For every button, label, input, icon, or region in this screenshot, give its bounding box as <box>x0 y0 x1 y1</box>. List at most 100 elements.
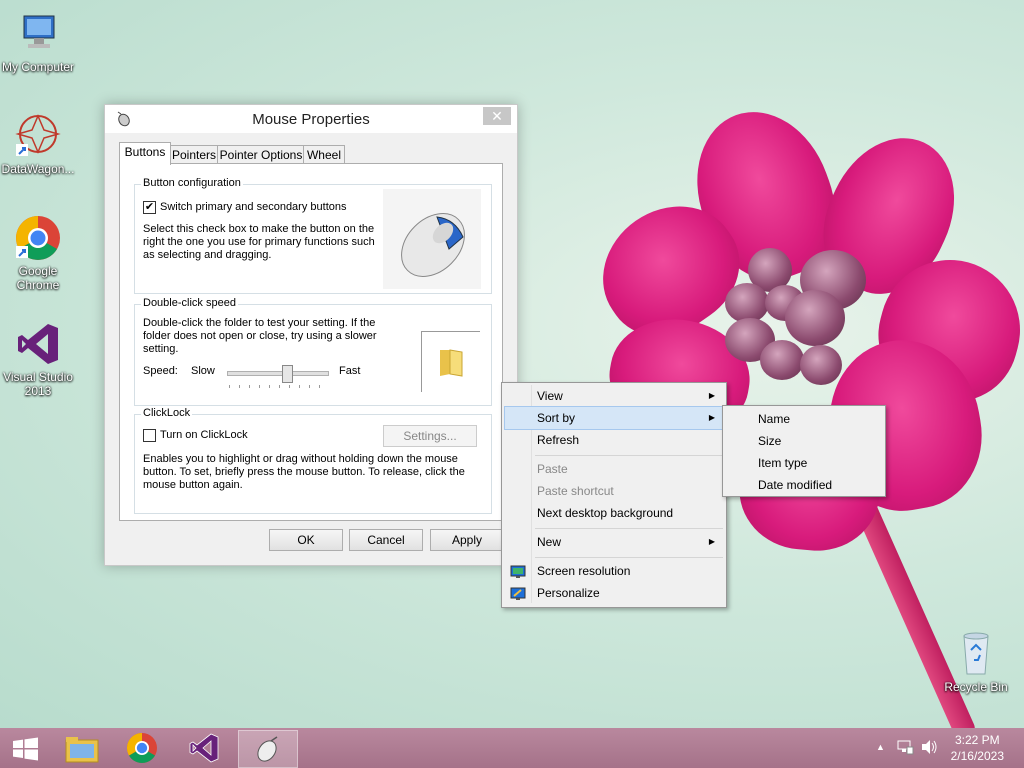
desktop-icon-label: Google Chrome <box>16 264 60 292</box>
menu-item-screen-resolution[interactable]: Screen resolution <box>505 560 723 582</box>
desktop-icon-label: My Computer <box>1 60 75 74</box>
slider-ticks <box>229 385 327 388</box>
taskbar-file-explorer[interactable] <box>60 730 104 766</box>
volume-icon[interactable] <box>920 739 938 758</box>
tab-pointer-options[interactable]: Pointer Options <box>217 145 305 164</box>
submenu-item-item-type[interactable]: Item type <box>726 452 882 474</box>
fast-label: Fast <box>339 365 361 377</box>
menu-item-label: Name <box>758 412 791 426</box>
windows-logo-icon <box>12 737 40 764</box>
menu-item-label: Paste shortcut <box>537 484 614 498</box>
menu-item-view[interactable]: View ▶ <box>505 385 723 407</box>
menu-item-label: Next desktop background <box>537 506 674 520</box>
tab-panel-buttons: Button configuration ✔ Switch primary an… <box>119 163 503 521</box>
test-folder-area[interactable] <box>421 331 480 392</box>
speed-label: Speed: <box>143 365 178 377</box>
submenu-item-date-modified[interactable]: Date modified <box>726 474 882 496</box>
group-label: ClickLock <box>141 407 193 419</box>
menu-item-label: Item type <box>758 456 808 470</box>
desktop-icon-recycle-bin[interactable]: Recycle Bin <box>938 630 1014 694</box>
menu-item-label: Screen resolution <box>537 564 631 578</box>
desktop-icon-label: Recycle Bin <box>944 680 1008 694</box>
group-label: Double-click speed <box>141 297 238 309</box>
menu-separator <box>535 557 723 558</box>
datawagon-icon <box>14 112 62 160</box>
folder-icon <box>436 346 466 381</box>
double-click-speed-group: Double-click speed Double-click the fold… <box>134 297 492 406</box>
submenu-item-size[interactable]: Size <box>726 430 882 452</box>
cancel-button[interactable]: Cancel <box>349 529 423 551</box>
menu-item-paste[interactable]: Paste <box>505 458 723 480</box>
clicklock-group: ClickLock Turn on ClickLock Settings... … <box>134 407 492 514</box>
window-title: Mouse Properties <box>252 111 370 128</box>
switch-buttons-label: Switch primary and secondary buttons <box>160 201 347 213</box>
clicklock-label: Turn on ClickLock <box>160 429 248 441</box>
apply-button[interactable]: Apply <box>430 529 504 551</box>
taskbar-visual-studio[interactable] <box>182 730 226 766</box>
menu-item-label: Refresh <box>537 433 580 447</box>
menu-item-refresh[interactable]: Refresh <box>505 429 723 451</box>
show-hidden-icons-chevron-up-icon[interactable]: ▲ <box>876 742 885 752</box>
desktop-icon-datawagon[interactable]: DataWagon... <box>0 112 76 176</box>
tab-buttons[interactable]: Buttons <box>119 142 171 165</box>
start-button[interactable] <box>4 730 48 766</box>
chevron-right-icon: ▶ <box>708 413 715 422</box>
menu-item-new[interactable]: New ▶ <box>505 531 723 553</box>
menu-item-label: Sort by <box>537 411 576 425</box>
speed-slider-track[interactable] <box>227 371 329 376</box>
chevron-right-icon: ▶ <box>708 537 715 546</box>
menu-item-label: Date modified <box>758 478 833 492</box>
button-configuration-group: Button configuration ✔ Switch primary an… <box>134 177 492 294</box>
desktop-icon-my-computer[interactable]: My Computer <box>0 10 76 74</box>
menu-item-next-desktop-background[interactable]: Next desktop background <box>505 502 723 524</box>
group-label: Button configuration <box>141 177 243 189</box>
taskbar: ▲ 3:22 PM 2/16/2023 <box>0 728 1024 768</box>
chevron-right-icon: ▶ <box>708 391 715 400</box>
menu-item-personalize[interactable]: Personalize <box>505 582 723 604</box>
taskbar-chrome[interactable] <box>120 730 164 766</box>
submenu-item-name[interactable]: Name <box>726 408 882 430</box>
menu-item-label: Personalize <box>537 586 600 600</box>
personalize-icon <box>510 586 526 608</box>
close-button[interactable]: ✕ <box>483 107 511 125</box>
clicklock-settings-button[interactable]: Settings... <box>383 425 477 447</box>
sort-by-submenu: Name Size Item type Date modified <box>722 405 886 497</box>
menu-item-label: New <box>537 535 562 549</box>
desktop[interactable]: My Computer DataWagon... Google Chrome V… <box>0 0 1024 728</box>
clicklock-description: Enables you to highlight or drag without… <box>143 453 465 491</box>
clock-date: 2/16/2023 <box>950 749 1004 763</box>
tab-pointers[interactable]: Pointers <box>169 145 219 164</box>
folder-icon <box>65 734 99 767</box>
checkmark-icon: ✔ <box>144 201 155 213</box>
title-bar[interactable]: Mouse Properties ✕ <box>105 105 517 133</box>
menu-item-paste-shortcut[interactable]: Paste shortcut <box>505 480 723 502</box>
speed-slider-thumb[interactable] <box>282 365 293 383</box>
menu-separator <box>535 455 723 456</box>
desktop-icon-visual-studio[interactable]: Visual Studio 2013 <box>0 320 76 398</box>
mouse-image <box>383 189 481 289</box>
menu-item-label: Paste <box>537 462 568 476</box>
menu-item-label: Size <box>758 434 782 448</box>
desktop-context-menu: View ▶ Sort by ▶ Refresh Paste Paste short… <box>501 382 727 608</box>
chrome-icon <box>14 214 62 262</box>
double-click-description: Double-click the folder to test your set… <box>143 317 377 355</box>
chrome-icon <box>126 732 158 767</box>
clock[interactable]: 3:22 PM 2/16/2023 <box>951 732 1004 764</box>
desktop-icon-google-chrome[interactable]: Google Chrome <box>0 214 76 292</box>
menu-separator <box>535 528 723 529</box>
computer-icon <box>14 10 62 58</box>
visual-studio-icon <box>188 732 220 767</box>
taskbar-mouse-properties[interactable] <box>238 730 298 768</box>
switch-buttons-checkbox[interactable]: ✔ <box>143 201 156 214</box>
close-icon: ✕ <box>491 108 503 124</box>
button-config-description: Select this check box to make the button… <box>143 223 375 261</box>
desktop-icon-label: DataWagon... <box>1 162 75 176</box>
visual-studio-icon <box>14 320 62 368</box>
recycle-bin-icon <box>952 630 1000 678</box>
clicklock-checkbox[interactable] <box>143 429 156 442</box>
menu-item-label: View <box>537 389 563 403</box>
tab-wheel[interactable]: Wheel <box>303 145 345 164</box>
network-icon[interactable] <box>896 739 914 758</box>
menu-item-sort-by[interactable]: Sort by ▶ <box>504 406 724 430</box>
ok-button[interactable]: OK <box>269 529 343 551</box>
